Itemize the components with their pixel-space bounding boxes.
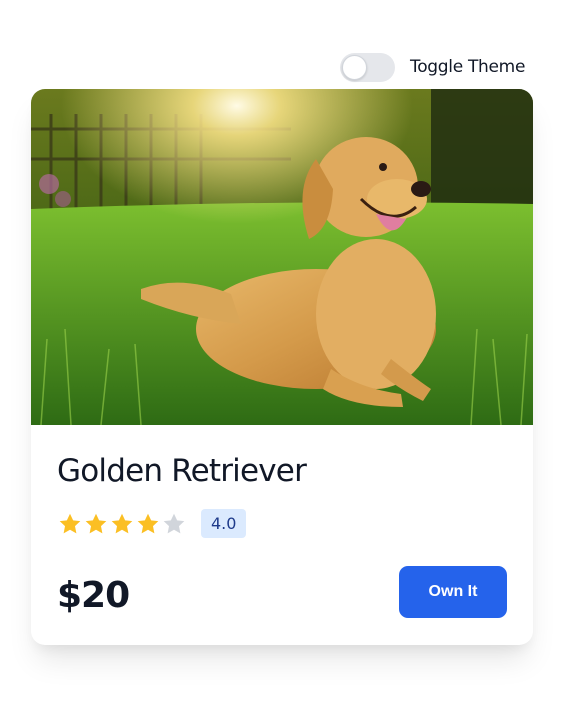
toggle-knob — [342, 54, 367, 80]
star-filled-icon — [137, 513, 159, 533]
theme-toggle-row: Toggle Theme — [340, 51, 525, 83]
star-filled-icon — [59, 513, 81, 533]
rating-row: 4.0 — [57, 509, 247, 538]
star-rating — [57, 511, 187, 537]
theme-toggle-label: Toggle Theme — [410, 57, 526, 77]
page: Toggle Theme Golden Retriever 4.0 $20 Ow… — [0, 0, 569, 702]
product-title: Golden Retriever — [57, 453, 307, 489]
theme-toggle-switch[interactable] — [340, 52, 395, 82]
product-image — [31, 89, 533, 425]
star-filled-icon — [111, 513, 133, 533]
product-price: $20 — [57, 575, 130, 616]
rating-badge: 4.0 — [201, 509, 247, 538]
product-card: Golden Retriever 4.0 $20 Own It — [31, 89, 533, 645]
star-filled-icon — [85, 513, 107, 533]
star-empty-icon — [163, 513, 185, 533]
own-it-button[interactable]: Own It — [399, 566, 507, 618]
